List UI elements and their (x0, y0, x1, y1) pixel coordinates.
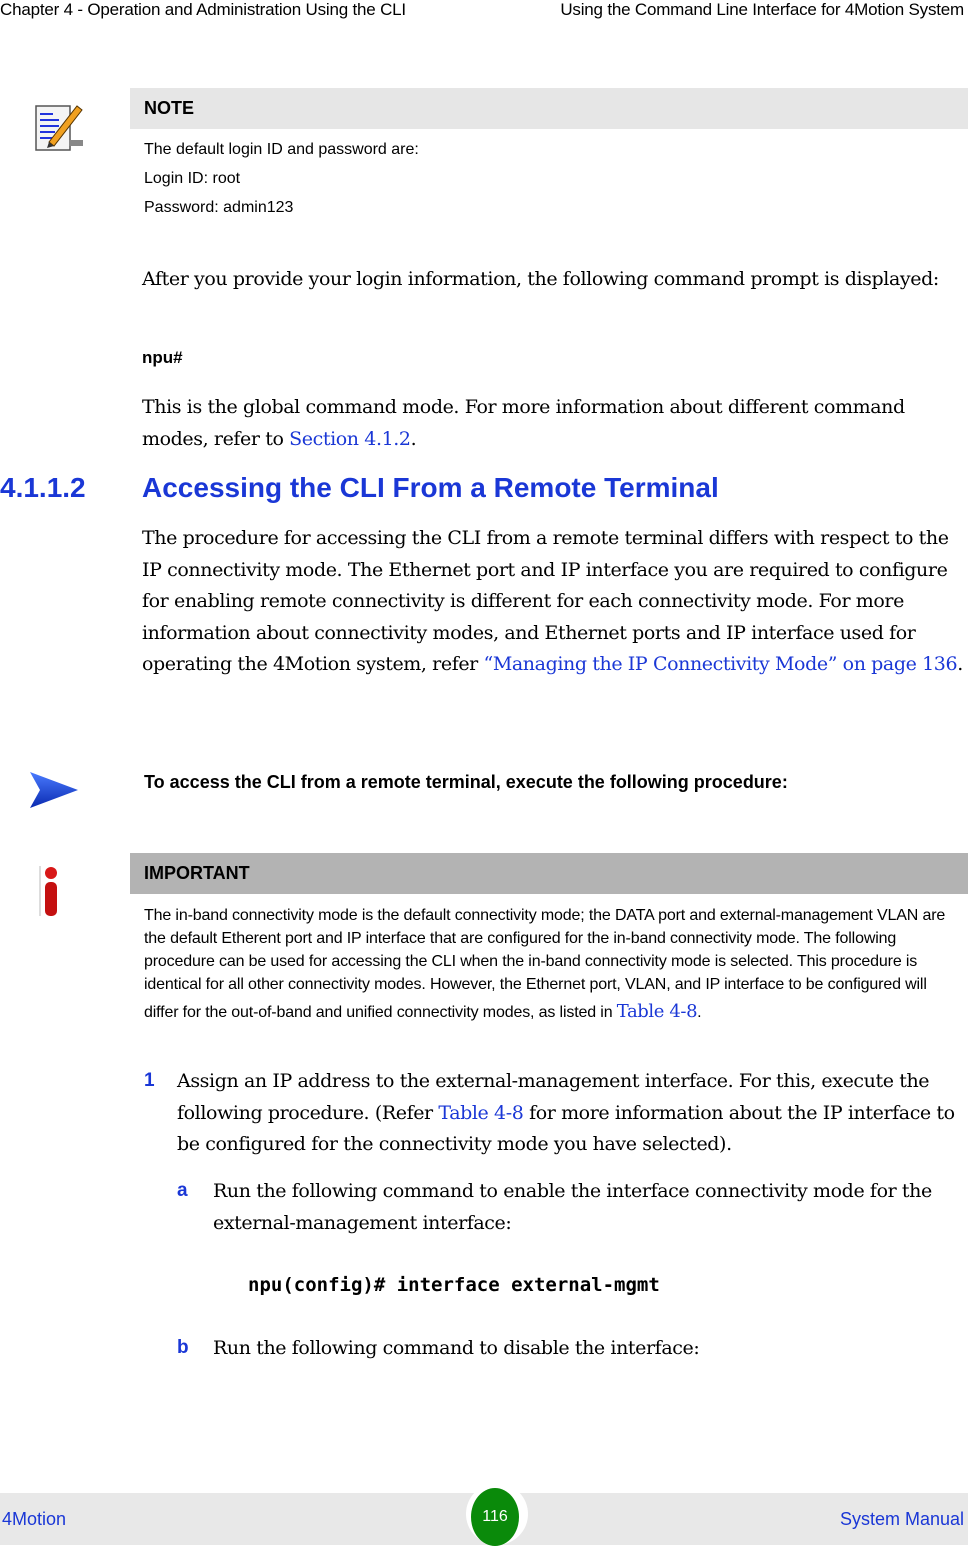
important-title: IMPORTANT (130, 853, 968, 894)
info-icon (38, 866, 62, 918)
step-1-text: Assign an IP address to the external-man… (177, 1070, 955, 1155)
header-chapter: Chapter 4 - Operation and Administration… (0, 0, 406, 19)
footer-manual: System Manual (839, 1509, 964, 1529)
procedure-heading: To access the CLI from a remote terminal… (144, 772, 788, 792)
section-number: 4.1.1.2 (0, 472, 86, 503)
command-interface-external-mgmt: npu(config)# interface external-mgmt (248, 1274, 660, 1296)
section-heading: 4.1.1.2 Accessing the CLI From a Remote T… (0, 472, 719, 504)
page-number: 116 (471, 1488, 519, 1546)
link-managing-ip-connectivity[interactable]: “Managing the IP Connectivity Mode” on p… (484, 653, 958, 675)
important-text: The in-band connectivity mode is the def… (144, 907, 946, 1022)
note-box: NOTE The default login ID and password a… (130, 88, 968, 222)
step-b-text: Run the following command to disable the… (213, 1337, 700, 1359)
note-line: The default login ID and password are: (144, 141, 419, 158)
important-box: IMPORTANT The in-band connectivity mode … (130, 853, 968, 1028)
paragraph-global-mode: This is the global command mode. For mor… (142, 396, 905, 450)
step-a-text: Run the following command to enable the … (213, 1180, 932, 1234)
section-title: Accessing the CLI From a Remote Terminal (142, 472, 719, 503)
arrow-right-icon (28, 770, 80, 810)
link-table-4-8[interactable]: Table 4-8 (438, 1102, 523, 1124)
command-prompt: npu# (142, 348, 183, 367)
header-section-title: Using the Command Line Interface for 4Mo… (560, 0, 964, 19)
note-line: Password: admin123 (144, 199, 294, 216)
step-a-label: a (177, 1180, 188, 1201)
note-line: Login ID: root (144, 170, 241, 187)
footer-product: 4Motion (2, 1509, 67, 1529)
note-title: NOTE (130, 88, 968, 129)
paragraph-remote-terminal: The procedure for accessing the CLI from… (142, 527, 963, 675)
note-pencil-icon (35, 102, 85, 152)
link-table-4-8[interactable]: Table 4-8 (617, 1001, 698, 1022)
page-number-badge: 116 (466, 1483, 528, 1546)
link-section-4-1-2[interactable]: Section 4.1.2 (289, 428, 411, 450)
step-1-label: 1 (144, 1070, 155, 1091)
paragraph-login-info: After you provide your login information… (142, 268, 939, 290)
step-b-label: b (177, 1337, 189, 1358)
